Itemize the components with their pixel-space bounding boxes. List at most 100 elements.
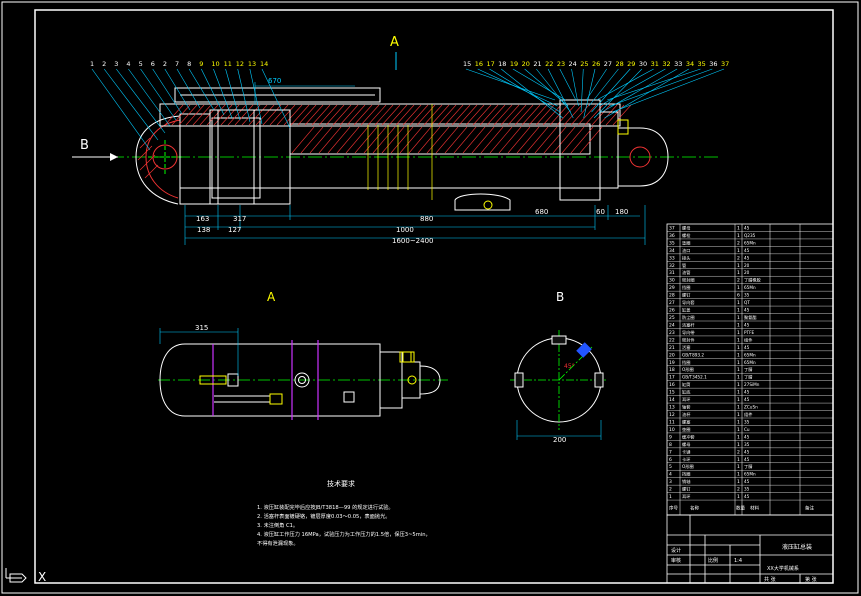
callout-labels-left: 1 2 3 4 5 6 2 7 8 9 10 11 12 13 14 — [90, 60, 268, 68]
bom-cell-material: 65Mn — [744, 352, 756, 357]
hatch-line — [472, 104, 492, 126]
callout-leader — [596, 68, 654, 101]
bom-cell-material: 丁腈 — [744, 374, 753, 381]
callout-leader — [586, 68, 607, 101]
hatch-line — [528, 104, 548, 126]
bom-cell-material: 组件 — [744, 336, 752, 343]
bom-cell-name: 销轴 — [682, 478, 690, 485]
callout-label: 4 — [126, 60, 130, 68]
cad-drawing-canvas: X 1 2 3 4 5 6 2 7 8 9 10 11 12 13 14 15 … — [1, 1, 859, 594]
bom-cell-name: 活塞 — [682, 344, 691, 351]
hatch-line — [327, 126, 351, 154]
bom-cell-no: 28 — [669, 293, 675, 299]
bom-cell-name: 导向套 — [682, 299, 695, 306]
bom-cell-material: 45 — [744, 248, 750, 253]
bom-cell-qty: 1 — [737, 419, 740, 425]
bom-cell-name: 缓冲套 — [682, 433, 695, 440]
bom-cell-qty: 1 — [737, 375, 740, 381]
ucs-icon — [5, 568, 27, 583]
bom-cell-name: 导向带 — [682, 329, 695, 336]
bom-cell-no: 11 — [669, 419, 675, 425]
bom-cell-name: GB/T893.2 — [682, 352, 704, 357]
callout-label: 20 — [522, 60, 530, 68]
note-3: 3. 未注倒角 C1。 — [257, 521, 298, 529]
hatch-line — [462, 126, 486, 154]
bom-cell-material: 45 — [744, 479, 750, 484]
hatch-line — [423, 104, 443, 126]
bom-cell-qty: 1 — [737, 345, 740, 351]
bom-cell-name: 耳环 — [682, 397, 690, 403]
bom-cell-name: 缸底 — [682, 389, 690, 396]
hatch-line — [479, 104, 499, 126]
hatch-line — [500, 104, 520, 126]
bom-cell-qty: 1 — [737, 352, 740, 358]
callout-label: 26 — [592, 60, 600, 68]
view-a-dim-label: 315 — [195, 324, 208, 332]
hatch-line — [363, 126, 387, 154]
callout-label: 13 — [248, 60, 256, 68]
bom-cell-name: 接头 — [682, 254, 690, 261]
bom-cell-no: 35 — [669, 240, 675, 246]
view-a-title: A — [267, 290, 276, 304]
bom-cell-qty: 1 — [737, 427, 740, 433]
view-b-angle: 45° — [564, 363, 575, 370]
bom-cell-material: ZCuSn — [744, 405, 758, 410]
bom-cell-qty: 1 — [737, 248, 740, 254]
bom-cell-no: 4 — [669, 472, 672, 478]
view-b-port — [576, 342, 592, 358]
bom-cell-no: 5 — [669, 464, 672, 470]
sheet-outer-frame — [1, 1, 859, 594]
bom-cell-no: 27 — [669, 300, 675, 306]
title-school: XX大学机械系 — [767, 565, 799, 572]
callout-leader — [580, 68, 584, 113]
hatch-line — [381, 104, 401, 126]
bom-cell-no: 19 — [669, 360, 675, 366]
hatch-line — [426, 126, 450, 154]
notes-items: 1. 液压缸装配完毕后应按JB/T3818—99 的规定进行试验。 2. 活塞杆… — [257, 503, 431, 547]
hatch-line — [248, 104, 268, 126]
hatch-line — [579, 126, 603, 154]
bom-cell-name: O形圈 — [682, 463, 694, 470]
bom-cell-material: 45 — [744, 308, 750, 313]
callout-label: 14 — [260, 60, 268, 68]
dim-317: 317 — [233, 215, 246, 223]
bom-cell-material: 65Mn — [744, 240, 756, 245]
callout-label: 9 — [199, 60, 203, 68]
hatch-line — [409, 104, 429, 126]
bom-cell-qty: 2 — [737, 255, 740, 261]
bom-cell-name: 密封圈 — [682, 277, 695, 284]
section-b-marker: B — [80, 138, 89, 153]
bom-cell-no: 18 — [669, 367, 675, 373]
callout-leader — [547, 68, 574, 119]
bom-cell-name: 挡圈 — [682, 471, 690, 478]
bom-cell-qty: 1 — [737, 263, 740, 269]
callout-label: 29 — [627, 60, 635, 68]
bom-cell-name: GB/T3452.1 — [682, 375, 707, 380]
callout-label: 30 — [639, 60, 647, 68]
hatch-line — [451, 104, 471, 126]
hatch-line — [471, 126, 495, 154]
title-sheet-no: 第 张 — [805, 576, 817, 583]
hatch-line — [453, 126, 477, 154]
bom-cell-qty: 1 — [737, 322, 740, 328]
hatch-line — [525, 126, 549, 154]
bom-cell-name: 防尘圈 — [682, 314, 695, 321]
callout-label: 2 — [102, 60, 106, 68]
bom-cell-material: 45 — [744, 390, 750, 395]
bom-header-cell: 材料 — [750, 504, 759, 511]
bom-cell-no: 17 — [669, 375, 675, 381]
bom-cell-name: 管 — [682, 262, 686, 269]
hatch-line — [318, 104, 338, 126]
dim-180: 180 — [615, 208, 628, 216]
title-designer: 设计 — [671, 547, 681, 554]
bom-cell-no: 14 — [669, 397, 675, 403]
hatch-line — [534, 126, 558, 154]
hatch-line — [408, 126, 432, 154]
callout-label: 21 — [533, 60, 541, 68]
bom-cell-no: 29 — [669, 285, 675, 291]
callout-label: 24 — [569, 60, 577, 68]
hatch-line — [304, 104, 324, 126]
hatch-line — [598, 104, 618, 126]
callout-leader — [599, 68, 666, 107]
cylinder-tube — [159, 87, 621, 155]
